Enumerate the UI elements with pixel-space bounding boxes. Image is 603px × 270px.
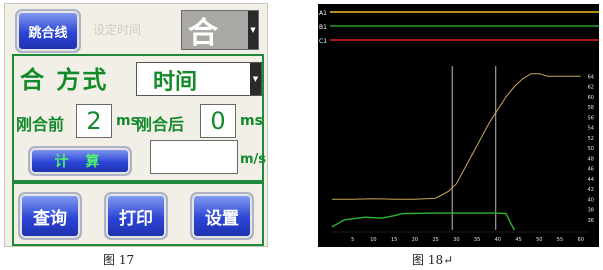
channel-label: B1 xyxy=(319,24,327,31)
x-tick-label: 25 xyxy=(432,237,438,243)
y-tick-label: 54 xyxy=(588,126,594,132)
x-tick-label: 5 xyxy=(351,237,354,243)
query-button[interactable]: 查询 xyxy=(18,192,82,240)
calculate-button[interactable]: 计 算 xyxy=(28,146,132,176)
y-tick-label: 62 xyxy=(588,85,594,91)
print-button[interactable]: 打印 xyxy=(104,192,168,240)
x-tick-label: 60 xyxy=(578,237,584,243)
before-label: 刚合前 xyxy=(16,115,65,134)
series-line xyxy=(331,212,516,231)
settings-group: 合 方式 时间 ▼ 刚合前 2 ms 刚合后 0 ms 计 算 m/s xyxy=(12,54,267,182)
waveform-chart: A1 B1 C1 36 38 40 42 44 46 48 50 52 54 56 58 60 62 64 5 10 1… xyxy=(318,4,599,247)
y-tick-label: 48 xyxy=(588,156,594,162)
x-tick-label: 55 xyxy=(557,237,563,243)
y-tick-label: 50 xyxy=(588,146,594,152)
speed-unit: m/s xyxy=(240,152,267,167)
y-tick-label: 52 xyxy=(588,136,594,142)
control-panel: 跳合线 设定时间 合 ▼ 合 方式 时间 ▼ 刚合前 2 ms 刚合后 0 ms… xyxy=(4,3,268,247)
state-select-value: 合 xyxy=(188,16,218,51)
after-input[interactable]: 0 xyxy=(200,104,236,138)
y-tick-label: 60 xyxy=(588,95,594,101)
channel-label: A1 xyxy=(319,10,327,17)
after-label: 刚合后 xyxy=(136,115,185,134)
x-tick-label: 45 xyxy=(515,237,521,243)
chevron-down-icon[interactable]: ▼ xyxy=(248,11,258,49)
chart-svg: A1 B1 C1 36 38 40 42 44 46 48 50 52 54 56 58 60 62 64 5 10 1… xyxy=(319,10,599,243)
x-tick-label: 10 xyxy=(370,237,376,243)
faded-label: 设定时间 xyxy=(93,23,142,37)
action-bar: 查询 打印 设置 xyxy=(12,182,264,246)
y-tick-label: 64 xyxy=(588,74,594,80)
after-unit: ms xyxy=(240,113,263,129)
mode-select-value: 时间 xyxy=(153,70,198,95)
y-tick-label: 42 xyxy=(588,187,594,193)
y-tick-label: 38 xyxy=(588,208,594,214)
y-tick-label: 36 xyxy=(588,218,594,224)
x-tick-label: 20 xyxy=(412,237,418,243)
mode-label: 合 方式 xyxy=(20,66,109,94)
y-tick-label: 58 xyxy=(588,105,594,111)
series-line xyxy=(332,73,581,200)
x-tick-label: 50 xyxy=(536,237,542,243)
before-input[interactable]: 2 xyxy=(76,104,112,138)
trip-button[interactable]: 跳合线 xyxy=(15,9,81,53)
x-tick-label: 40 xyxy=(495,237,501,243)
chevron-down-icon[interactable]: ▼ xyxy=(250,63,261,95)
figure-17-caption: 图 17 xyxy=(103,253,135,267)
x-tick-label: 15 xyxy=(391,237,397,243)
figure-18-caption: 图 18↵ xyxy=(412,253,454,267)
state-select[interactable]: 合 ▼ xyxy=(181,10,259,51)
speed-output xyxy=(150,140,238,174)
y-tick-label: 40 xyxy=(588,197,594,203)
mode-select[interactable]: 时间 ▼ xyxy=(136,62,262,96)
y-tick-label: 46 xyxy=(588,167,594,173)
x-tick-label: 30 xyxy=(453,237,459,243)
x-tick-label: 35 xyxy=(474,237,480,243)
settings-button[interactable]: 设置 xyxy=(190,192,254,240)
y-tick-label: 56 xyxy=(588,115,594,121)
channel-label: C1 xyxy=(319,38,327,45)
y-tick-label: 44 xyxy=(588,177,594,183)
